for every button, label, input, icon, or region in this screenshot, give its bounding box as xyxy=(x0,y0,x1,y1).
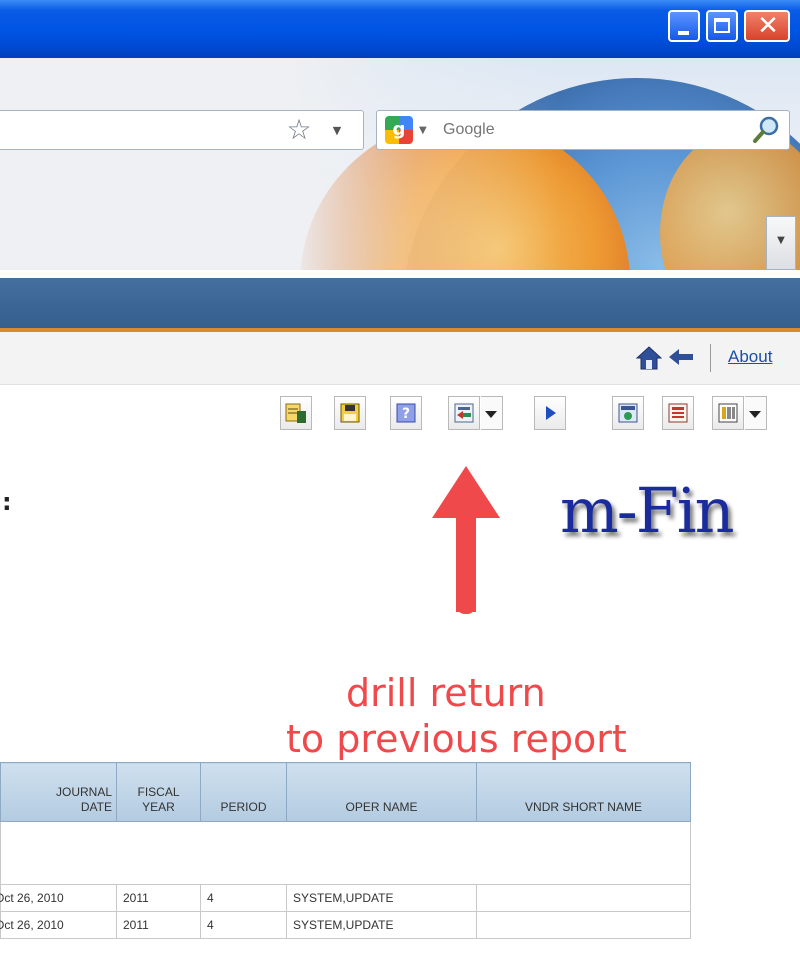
export-excel-button[interactable] xyxy=(280,396,312,430)
drill-return-button[interactable] xyxy=(448,396,480,430)
search-input[interactable] xyxy=(443,117,743,143)
maximize-button[interactable] xyxy=(706,10,738,42)
cell-period: 4 xyxy=(200,911,287,939)
cell-fiscal-year: 2011 xyxy=(116,911,201,939)
save-report-button[interactable] xyxy=(334,396,366,430)
cell-journal-date: Oct 26, 2010 xyxy=(0,884,117,912)
layout-icon xyxy=(668,403,688,423)
annotation-line-2: to previous report xyxy=(286,717,627,761)
nav-separator xyxy=(710,344,711,372)
window-title-bar: ✕ xyxy=(0,0,800,58)
columns-button[interactable] xyxy=(712,396,744,430)
group-spacer-row xyxy=(0,821,691,885)
minimize-icon xyxy=(678,31,689,35)
table-row: Oct 26, 2010 2011 4 SYSTEM,UPDATE xyxy=(0,911,691,939)
maximize-icon xyxy=(714,18,730,33)
cell-period: 4 xyxy=(200,884,287,912)
table-header-row: JOURNAL DATE FISCAL YEAR PERIOD OPER NAME … xyxy=(0,762,691,822)
search-engine-glyph: g xyxy=(392,119,406,140)
header-journal-date[interactable]: JOURNAL DATE xyxy=(0,762,117,822)
url-history-dropdown-icon[interactable]: ▼ xyxy=(330,121,344,141)
up-arrow-annotation-icon xyxy=(432,466,500,614)
app-header-band xyxy=(0,278,800,332)
header-vndr-short-name[interactable]: VNDR SHORT NAME xyxy=(476,762,691,822)
save-report-icon xyxy=(340,403,360,423)
dropdown-arrow-icon xyxy=(749,411,761,418)
view-report-button[interactable] xyxy=(612,396,644,430)
about-link[interactable]: About xyxy=(728,347,772,367)
close-button[interactable]: ✕ xyxy=(744,10,790,42)
url-bar[interactable]: ☆ ▼ xyxy=(0,110,364,150)
cell-vndr-short-name xyxy=(476,911,691,939)
table-row: Oct 26, 2010 2011 4 SYSTEM,UPDATE xyxy=(0,884,691,912)
help-button[interactable]: ? xyxy=(390,396,422,430)
drill-return-dropdown[interactable] xyxy=(481,396,503,430)
home-icon[interactable] xyxy=(636,346,662,370)
dropdown-arrow-icon xyxy=(485,411,497,418)
chevron-down-icon: ▼ xyxy=(777,235,785,246)
help-icon: ? xyxy=(396,403,416,423)
next-page-icon xyxy=(546,406,556,420)
minimize-button[interactable] xyxy=(668,10,700,42)
svg-text:?: ? xyxy=(402,406,410,422)
export-excel-icon xyxy=(285,403,306,423)
columns-icon xyxy=(718,403,738,423)
layout-button[interactable] xyxy=(662,396,694,430)
magnifier-icon[interactable] xyxy=(751,115,781,145)
search-bar[interactable]: g ▼ xyxy=(376,110,790,150)
cell-vndr-short-name xyxy=(476,884,691,912)
cell-oper-name: SYSTEM,UPDATE xyxy=(286,884,477,912)
header-period[interactable]: PERIOD xyxy=(200,762,287,822)
cell-fiscal-year: 2011 xyxy=(116,884,201,912)
columns-dropdown[interactable] xyxy=(745,396,767,430)
close-icon: ✕ xyxy=(757,11,779,41)
annotation-line-1: drill return xyxy=(346,671,546,715)
engine-dropdown-icon[interactable]: ▼ xyxy=(419,121,431,141)
next-page-button[interactable] xyxy=(534,396,566,430)
report-title-fragment: : xyxy=(2,488,12,516)
brand-logo: m-Fin xyxy=(560,474,735,547)
header-oper-name[interactable]: OPER NAME xyxy=(286,762,477,822)
spacer-cell xyxy=(0,821,691,885)
app-nav-bar: About xyxy=(0,332,800,385)
bookmark-star-icon[interactable]: ☆ xyxy=(284,115,314,145)
browser-toolbar: ☆ ▼ g ▼ ▼ xyxy=(0,58,800,270)
cell-oper-name: SYSTEM,UPDATE xyxy=(286,911,477,939)
cell-journal-date: Oct 26, 2010 xyxy=(0,911,117,939)
view-report-icon xyxy=(618,403,638,423)
persona-background xyxy=(0,58,800,270)
toolbar-scroll-button[interactable]: ▼ xyxy=(766,216,796,270)
search-engine-icon[interactable]: g xyxy=(385,116,413,144)
drill-return-icon xyxy=(454,403,474,423)
report-table: JOURNAL DATE FISCAL YEAR PERIOD OPER NAME … xyxy=(0,762,691,939)
back-arrow-icon[interactable] xyxy=(668,347,694,367)
header-fiscal-year[interactable]: FISCAL YEAR xyxy=(116,762,201,822)
